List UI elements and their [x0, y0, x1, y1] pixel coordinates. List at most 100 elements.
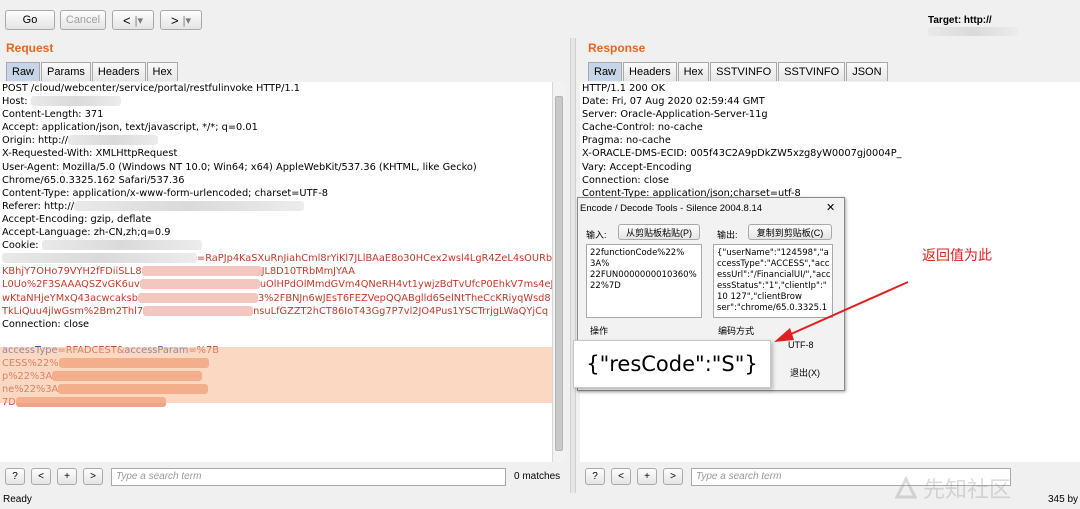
request-tab-raw[interactable]: Raw — [6, 62, 41, 81]
redacted-block — [139, 279, 260, 290]
request-body-selection — [0, 347, 552, 403]
request-line: Content-Length: 371 — [0, 108, 565, 121]
request-line: User-Agent: Mozilla/5.0 (Windows NT 10.0… — [0, 161, 565, 174]
request-next-button[interactable]: > — [83, 468, 103, 485]
target-redacted — [928, 26, 1018, 36]
response-size-label: 345 by — [1048, 494, 1079, 505]
response-tab-json[interactable]: JSON — [846, 62, 888, 81]
dialog-input-line: 22FUN0000000010360% — [590, 270, 697, 280]
dialog-output-line: ccessType":"ACCESS","acc — [717, 259, 830, 269]
response-tab-headers[interactable]: Headers — [623, 62, 677, 81]
forward-menu-icon: |▾ — [182, 14, 191, 27]
watermark-text: 先知社区 — [923, 477, 1012, 502]
line-text: POST /cloud/webcenter/service/portal/res… — [2, 83, 300, 94]
request-scroll-thumb[interactable] — [555, 96, 563, 451]
line-text: Origin: http:// — [2, 135, 69, 147]
annotation-arrow-icon — [774, 281, 909, 342]
response-title: Response — [588, 41, 646, 55]
back-button[interactable]: < |▾ — [112, 10, 154, 30]
response-line: Date: Fri, 07 Aug 2020 02:59:44 GMT — [582, 96, 765, 108]
redacted-block — [41, 240, 202, 251]
response-tab-sstvinfo-2[interactable]: SSTVINFO — [778, 62, 846, 81]
line-text: Content-Type: application/x-www-form-url… — [2, 187, 328, 199]
response-add-button[interactable]: + — [637, 468, 657, 485]
request-line: Content-Type: application/x-www-form-url… — [0, 187, 565, 200]
line-text: Accept-Language: zh-CN,zh;q=0.9 — [2, 227, 171, 239]
response-line: Pragma: no-cache — [582, 135, 671, 147]
redacted-block — [30, 96, 121, 107]
request-tab-params[interactable]: Params — [41, 62, 91, 81]
request-add-button[interactable]: + — [57, 468, 77, 485]
dialog-input-text[interactable]: 22functionCode%22% 3A% 22FUN0000000010360%… — [586, 244, 702, 318]
dialog-ops-label: 操作 — [590, 326, 609, 336]
request-line: Connection: close — [0, 318, 565, 331]
line-text: =RaPJp4KaSXuRnJiahCml8rYiKl7JLlBAaE8o30H… — [197, 253, 559, 265]
target-text: Target: http:// — [928, 15, 992, 26]
line-text: X-Requested-With: XMLHttpRequest — [2, 148, 178, 160]
copy-to-clipboard-button[interactable]: 复制到剪贴板(C) — [748, 224, 832, 240]
dialog-title: Encode / Decode Tools - Silence 2004.8.1… — [580, 203, 763, 214]
request-line: Cookie: — [0, 239, 565, 252]
back-menu-icon: |▾ — [134, 14, 143, 27]
res-code-text: {"resCode":"S"} — [586, 352, 758, 376]
response-line: Vary: Accept-Encoding — [582, 161, 692, 173]
response-prev-button[interactable]: < — [611, 468, 631, 485]
go-button[interactable]: Go — [5, 10, 55, 30]
forward-button[interactable]: > |▾ — [160, 10, 202, 30]
response-line: Server: Oracle-Application-Server-11g — [582, 109, 768, 121]
response-tab-hex[interactable]: Hex — [677, 62, 710, 81]
cookie-tail: JL8D10TRbMmJYAA — [261, 266, 355, 278]
cookie-tail: uOlHPdOlMmdGVm4QNeRH4vt1ywjzBdTvUfcP0Ehk… — [259, 279, 554, 291]
dialog-output-line: {"userName":"124598","a — [717, 248, 829, 258]
line-text: TkLiQuu4jlwGsm%2Bm2Thl7 — [2, 305, 144, 317]
line-text: wKtaNHjeYMxQ43acwcaksb — [2, 292, 138, 304]
line-text: Host: — [2, 96, 31, 108]
dialog-encoding-label: 编码方式 — [718, 326, 755, 336]
redacted-block — [68, 135, 159, 146]
line-text: KBhjY7OHo79VYH2fFDiiSLL8 — [2, 266, 142, 278]
request-tab-headers[interactable]: Headers — [91, 62, 146, 81]
annotation-text: 返回值为此 — [922, 247, 992, 263]
paste-from-clipboard-button[interactable]: 从剪贴板粘贴(P) — [618, 224, 700, 240]
response-tab-sstvinfo-1[interactable]: SSTVINFO — [710, 62, 778, 81]
watermark-logo-icon — [894, 475, 918, 499]
request-scrollbar[interactable] — [552, 82, 565, 462]
line-text: Connection: close — [2, 318, 90, 330]
request-line: X-Requested-With: XMLHttpRequest — [0, 147, 565, 160]
cookie-tail: 3%2FBNJn6wJEsT6FEZVepQQABglld6SelNtTheCc… — [257, 292, 551, 304]
target-label: Target: http:// — [928, 15, 1080, 37]
response-lines: HTTP/1.1 200 OK Date: Fri, 07 Aug 2020 02… — [580, 82, 1080, 200]
pane-divider[interactable] — [570, 38, 576, 493]
watermark: 先知社区 — [893, 472, 1011, 504]
dialog-input-line: 22functionCode%22% — [590, 248, 685, 258]
response-help-button[interactable]: ? — [585, 468, 605, 485]
line-text: Content-Length: 371 — [2, 109, 104, 121]
request-tab-hex[interactable]: Hex — [146, 62, 179, 81]
line-text: Accept: application/json, text/javascrip… — [2, 122, 258, 134]
cancel-button[interactable]: Cancel — [60, 10, 106, 30]
request-line: Host: — [0, 95, 565, 108]
response-tab-raw[interactable]: Raw — [588, 62, 623, 81]
cookie-tail: nsuLfGZZT2hCT86IoT43Gg7P7vl2JO4Pus1YSCTr… — [253, 305, 549, 317]
request-help-button[interactable]: ? — [5, 468, 25, 485]
request-line: POST /cloud/webcenter/service/portal/res… — [0, 82, 565, 95]
request-line: Referer: http:// — [0, 200, 565, 213]
request-line: Chrome/65.0.3325.162 Safari/537.36 — [0, 174, 565, 187]
request-line: =RaPJp4KaSXuRnJiahCml8rYiKl7JLlBAaE8o30H… — [0, 252, 565, 265]
dialog-close-icon[interactable]: ✕ — [826, 201, 835, 214]
request-prev-button[interactable]: < — [31, 468, 51, 485]
request-editor[interactable]: POST /cloud/webcenter/service/portal/res… — [0, 82, 565, 462]
line-text: Chrome/65.0.3325.162 Safari/537.36 — [2, 174, 185, 186]
request-line: KBhjY7OHo79VYH2fFDiiSLL8 JL8D10TRbMmJYAA — [0, 265, 565, 278]
request-line: Accept: application/json, text/javascrip… — [0, 121, 565, 134]
line-text: Accept-Encoding: gzip, deflate — [2, 213, 152, 225]
request-search-input[interactable]: Type a search term — [111, 468, 506, 486]
response-next-button[interactable]: > — [663, 468, 683, 485]
request-line: Accept-Language: zh-CN,zh;q=0.9 — [0, 226, 565, 239]
dialog-exit-button[interactable]: 退出(X) — [790, 366, 820, 379]
dialog-input-line: 3A% — [590, 259, 610, 269]
request-line: wKtaNHjeYMxQ43acwcaksb 3%2FBNJn6wJEsT6FEZ… — [0, 292, 565, 305]
redacted-block — [141, 266, 262, 277]
line-text: L0Uo%2F3SAAAQSZvGK6uv — [2, 279, 140, 291]
dialog-input-lines: 22functionCode%22% 3A% 22FUN0000000010360%… — [590, 248, 698, 292]
